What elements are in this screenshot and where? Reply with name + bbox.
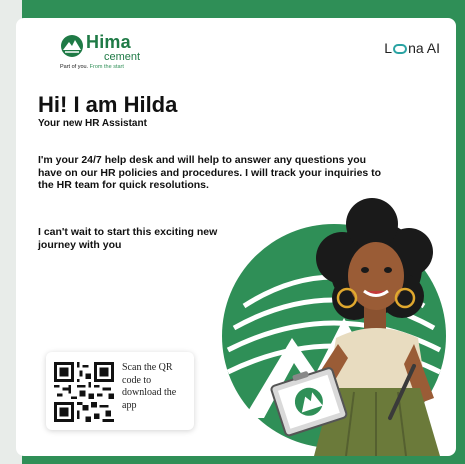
leena-ring-icon xyxy=(393,44,408,54)
page-subtitle: Your new HR Assistant xyxy=(38,118,147,129)
qr-instructions: Scan the QR code to download the app xyxy=(122,362,177,411)
mountain-logo-icon xyxy=(61,35,83,57)
brand-name: Hima xyxy=(86,32,131,52)
hima-logo: Hima cement Part of you. From the start xyxy=(56,32,176,72)
promo-card: Hima cement Part of you. From the start … xyxy=(16,18,456,456)
qr-code-icon[interactable] xyxy=(54,362,114,422)
qr-download-card[interactable]: Scan the QR code to download the app xyxy=(46,352,194,430)
hilda-illustration xyxy=(222,198,446,456)
brand-subname: cement xyxy=(104,51,141,63)
leena-ai-logo: Lna AI xyxy=(384,40,440,56)
intro-paragraph: I'm your 24/7 help desk and will help to… xyxy=(38,154,382,191)
page-title: Hi! I am Hilda xyxy=(38,92,178,117)
brand-tagline: Part of you. From the start xyxy=(60,64,124,70)
